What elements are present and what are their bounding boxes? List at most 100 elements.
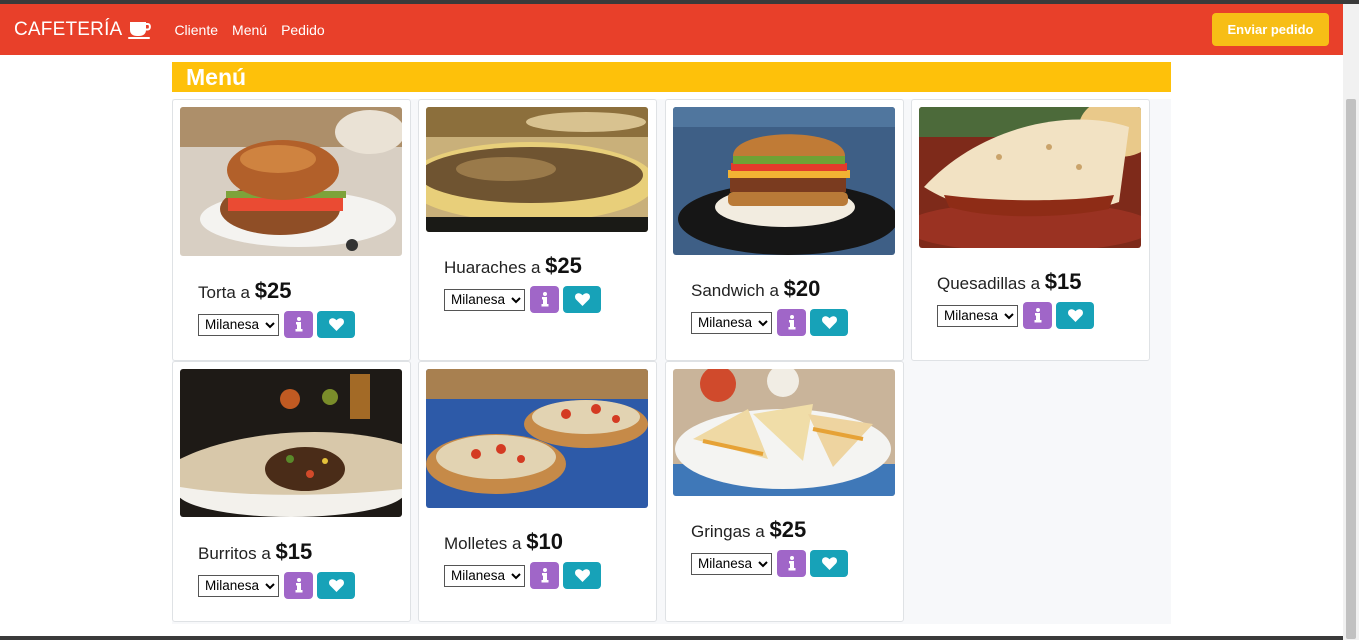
menu-card-torta: Torta a $25 Milanesa (172, 99, 411, 361)
card-body: Sandwich a $20 Milanesa (691, 276, 848, 336)
card-title: Molletes a $10 (444, 529, 601, 555)
menu-title: Menú (172, 62, 1171, 92)
card-controls: Milanesa (691, 550, 848, 577)
nav-link-cliente[interactable]: Cliente (174, 22, 218, 38)
filling-select[interactable]: Milanesa (691, 311, 772, 334)
menu-card-sandwich: Sandwich a $20 Milanesa (665, 99, 904, 361)
like-button[interactable] (317, 572, 355, 599)
card-controls: Milanesa (444, 562, 601, 589)
card-title: Sandwich a $20 (691, 276, 848, 302)
item-name: Molletes (444, 534, 508, 553)
item-name: Quesadillas (937, 274, 1026, 293)
send-order-button[interactable]: Enviar pedido (1212, 13, 1329, 46)
brand-logo[interactable]: CAFETERÍA (14, 19, 152, 41)
item-connector: a (261, 544, 271, 563)
card-body: Quesadillas a $15 Milanesa (937, 269, 1094, 329)
menu-card-quesadillas: Quesadillas a $15 Milanesa (911, 99, 1150, 361)
torta-image (180, 107, 402, 256)
card-title: Torta a $25 (198, 278, 355, 304)
item-name: Gringas (691, 522, 751, 541)
item-price: $10 (526, 529, 563, 554)
card-title: Quesadillas a $15 (937, 269, 1094, 295)
item-connector: a (512, 534, 522, 553)
heart-icon (821, 316, 837, 329)
item-connector: a (755, 522, 765, 541)
info-button[interactable] (1023, 302, 1052, 329)
item-connector: a (769, 281, 779, 300)
heart-icon (328, 318, 344, 331)
nav-link-menu[interactable]: Menú (232, 22, 267, 38)
like-button[interactable] (317, 311, 355, 338)
info-button[interactable] (530, 562, 559, 589)
nav-link-pedido[interactable]: Pedido (281, 22, 325, 38)
menu-card-huaraches: Huaraches a $25 Milanesa (418, 99, 657, 361)
card-body: Burritos a $15 Milanesa (198, 539, 355, 599)
heart-icon (1067, 309, 1083, 322)
item-name: Sandwich (691, 281, 765, 300)
heart-icon (328, 579, 344, 592)
window-bottom-border (0, 636, 1343, 640)
item-name: Burritos (198, 544, 257, 563)
card-body: Molletes a $10 Milanesa (444, 529, 601, 589)
molletes-image (426, 369, 648, 508)
quesadillas-image (919, 107, 1141, 248)
filling-select[interactable]: Milanesa (444, 564, 525, 587)
card-title: Burritos a $15 (198, 539, 355, 565)
coffee-cup-icon (128, 21, 152, 39)
info-icon (788, 315, 795, 330)
like-button[interactable] (810, 550, 848, 577)
burritos-image (180, 369, 402, 517)
info-button[interactable] (777, 550, 806, 577)
navbar: CAFETERÍA Cliente Menú Pedido Enviar ped… (0, 4, 1343, 55)
like-button[interactable] (563, 286, 601, 313)
item-price: $15 (275, 539, 313, 564)
filling-select[interactable]: Milanesa (198, 574, 279, 597)
item-connector: a (530, 258, 541, 277)
menu-card-burritos: Burritos a $15 Milanesa (172, 361, 411, 622)
card-title: Huaraches a $25 (444, 253, 601, 279)
card-body: Torta a $25 Milanesa (198, 278, 355, 338)
info-icon (295, 578, 302, 593)
item-name: Torta (198, 283, 236, 302)
heart-icon (574, 569, 590, 582)
item-connector: a (1030, 274, 1041, 293)
filling-select[interactable]: Milanesa (691, 552, 772, 575)
item-price: $20 (783, 276, 821, 301)
item-price: $15 (1044, 269, 1082, 294)
page-scrollbar[interactable] (1343, 4, 1359, 640)
card-controls: Milanesa (198, 311, 355, 338)
info-button[interactable] (284, 572, 313, 599)
sandwich-image (673, 107, 895, 255)
like-button[interactable] (1056, 302, 1094, 329)
info-button[interactable] (777, 309, 806, 336)
filling-select[interactable]: Milanesa (937, 304, 1018, 327)
item-name: Huaraches (444, 258, 527, 277)
item-price: $25 (545, 253, 582, 278)
info-button[interactable] (284, 311, 313, 338)
card-body: Huaraches a $25 Milanesa (444, 253, 601, 313)
like-button[interactable] (810, 309, 848, 336)
item-price: $25 (254, 278, 292, 303)
card-controls: Milanesa (691, 309, 848, 336)
card-controls: Milanesa (937, 302, 1094, 329)
gringas-image (673, 369, 895, 496)
heart-icon (574, 293, 590, 306)
info-icon (1034, 308, 1041, 323)
menu-card-gringas: Gringas a $25 Milanesa (665, 361, 904, 622)
item-connector: a (240, 283, 250, 302)
item-price: $25 (769, 517, 807, 542)
card-controls: Milanesa (198, 572, 355, 599)
huaraches-image (426, 107, 648, 232)
card-title: Gringas a $25 (691, 517, 848, 543)
info-icon (295, 317, 302, 332)
filling-select[interactable]: Milanesa (198, 313, 279, 336)
filling-select[interactable]: Milanesa (444, 288, 525, 311)
scrollbar-thumb[interactable] (1346, 99, 1356, 639)
info-icon (541, 568, 548, 583)
like-button[interactable] (563, 562, 601, 589)
info-icon (788, 556, 795, 571)
info-button[interactable] (530, 286, 559, 313)
menu-card-molletes: Molletes a $10 Milanesa (418, 361, 657, 622)
card-controls: Milanesa (444, 286, 601, 313)
card-body: Gringas a $25 Milanesa (691, 517, 848, 577)
